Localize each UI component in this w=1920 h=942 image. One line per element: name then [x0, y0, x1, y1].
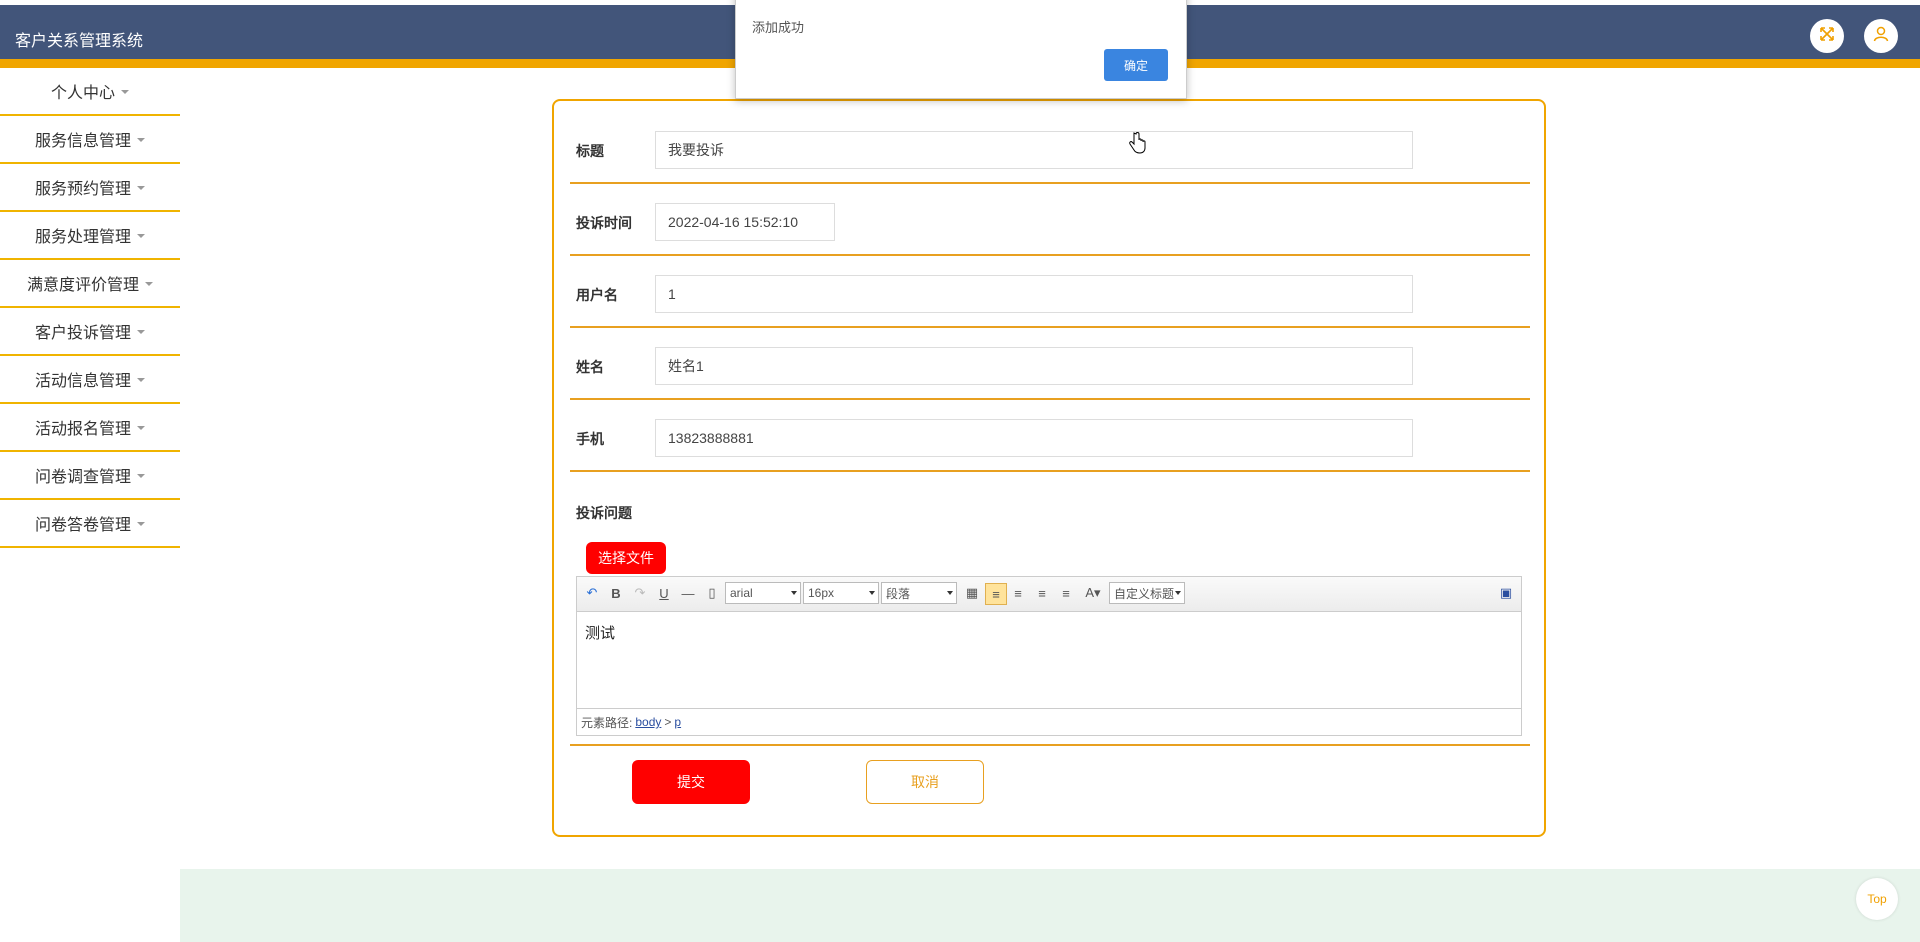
form-row-time: 投诉时间 2022-04-16 15:52:10: [570, 184, 1530, 256]
sidebar-item-label: 个人中心: [50, 85, 115, 102]
field-label: 姓名: [576, 359, 604, 375]
element-path-label: 元素路径:: [581, 715, 633, 730]
caret-down-icon: [137, 474, 145, 478]
dialog-ok-button[interactable]: 确定: [1104, 49, 1168, 81]
caret-down-icon: [121, 90, 129, 94]
paragraph-select[interactable]: 段落: [881, 582, 957, 604]
sidebar-item-label: 问卷调查管理: [34, 469, 131, 486]
custom-title-select[interactable]: 自定义标题: [1109, 582, 1185, 604]
sidebar: 个人中心 服务信息管理 服务预约管理 服务处理管理 满意度评价管理 客户投诉管理…: [0, 68, 180, 548]
redo-icon[interactable]: ↷: [631, 583, 649, 603]
horizontal-rule-icon[interactable]: —: [679, 583, 697, 603]
source-view-icon[interactable]: ▣: [1497, 583, 1515, 603]
sidebar-item-label: 满意度评价管理: [26, 277, 139, 294]
user-button[interactable]: [1864, 19, 1898, 53]
font-family-select[interactable]: arial: [725, 582, 801, 604]
field-label: 投诉时间: [576, 215, 632, 231]
sidebar-item-survey-answers[interactable]: 问卷答卷管理: [0, 500, 180, 548]
name-input[interactable]: 姓名1: [655, 347, 1413, 385]
footer-band: [180, 869, 1920, 942]
title-input[interactable]: 我要投诉: [655, 131, 1413, 169]
alert-dialog: 添加成功 确定: [735, 0, 1187, 99]
editor-toolbar: ↶ B ↷ U — ▯ arial 16px 段落 ▦ ≡ ≡ ≡ ≡ A▾ 自…: [577, 577, 1521, 612]
sidebar-item-survey[interactable]: 问卷调查管理: [0, 452, 180, 500]
field-label: 投诉问题: [576, 505, 632, 521]
field-label: 标题: [576, 143, 604, 159]
sidebar-item-label: 活动信息管理: [34, 373, 131, 390]
phone-input[interactable]: 13823888881: [655, 419, 1413, 457]
caret-down-icon: [137, 330, 145, 334]
form-row-username: 用户名 1: [570, 256, 1530, 328]
mouse-cursor-icon: [1128, 131, 1148, 160]
sidebar-item-label: 服务预约管理: [34, 181, 131, 198]
align-left-icon[interactable]: ≡: [985, 583, 1007, 605]
path-separator: >: [664, 715, 672, 729]
page-icon[interactable]: ▯: [703, 583, 721, 603]
choose-file-button[interactable]: 选择文件: [586, 542, 666, 574]
sidebar-item-satisfaction[interactable]: 满意度评价管理: [0, 260, 180, 308]
sidebar-item-service-info[interactable]: 服务信息管理: [0, 116, 180, 164]
caret-down-icon: [137, 378, 145, 382]
underline-icon[interactable]: U: [655, 583, 673, 603]
sidebar-item-service-booking[interactable]: 服务预约管理: [0, 164, 180, 212]
font-color-icon[interactable]: A▾: [1081, 583, 1105, 603]
rich-text-editor: ↶ B ↷ U — ▯ arial 16px 段落 ▦ ≡ ≡ ≡ ≡ A▾ 自…: [576, 576, 1522, 736]
undo-icon[interactable]: ↶: [583, 583, 601, 603]
fullscreen-button[interactable]: [1810, 19, 1844, 53]
dialog-message: 添加成功: [752, 20, 805, 35]
path-link-body[interactable]: body: [635, 715, 661, 729]
field-label: 手机: [576, 431, 604, 447]
user-icon: [1872, 25, 1890, 48]
form-row-title: 标题 我要投诉: [570, 101, 1530, 184]
align-right-icon[interactable]: ≡: [1009, 583, 1027, 603]
align-center-icon[interactable]: ≡: [1033, 583, 1051, 603]
form-row-phone: 手机 13823888881: [570, 400, 1530, 472]
sidebar-item-label: 服务处理管理: [34, 229, 131, 246]
caret-down-icon: [145, 282, 153, 286]
sidebar-item-service-handling[interactable]: 服务处理管理: [0, 212, 180, 260]
expand-icon: [1818, 25, 1836, 48]
sidebar-item-label: 服务信息管理: [34, 133, 131, 150]
bold-icon[interactable]: B: [607, 583, 625, 603]
caret-down-icon: [137, 186, 145, 190]
form-row-name: 姓名 姓名1: [570, 328, 1530, 400]
complaint-time-input[interactable]: 2022-04-16 15:52:10: [655, 203, 835, 241]
caret-down-icon: [137, 138, 145, 142]
sidebar-item-label: 问卷答卷管理: [34, 517, 131, 534]
caret-down-icon: [137, 426, 145, 430]
back-to-top-button[interactable]: Top: [1856, 878, 1898, 920]
editor-content[interactable]: 测试: [577, 612, 1521, 708]
cancel-button[interactable]: 取消: [866, 760, 984, 804]
sidebar-item-personal[interactable]: 个人中心: [0, 68, 180, 116]
complaint-form: 标题 我要投诉 投诉时间 2022-04-16 15:52:10 用户名 1 姓…: [552, 99, 1546, 837]
app-title: 客户关系管理系统: [15, 33, 144, 50]
caret-down-icon: [137, 522, 145, 526]
sidebar-item-label: 活动报名管理: [34, 421, 131, 438]
sidebar-item-activity-signup[interactable]: 活动报名管理: [0, 404, 180, 452]
table-icon[interactable]: ▦: [963, 583, 981, 603]
path-link-p[interactable]: p: [674, 715, 681, 729]
username-input[interactable]: 1: [655, 275, 1413, 313]
submit-button[interactable]: 提交: [632, 760, 750, 804]
field-label: 用户名: [576, 287, 618, 303]
font-size-select[interactable]: 16px: [803, 582, 879, 604]
justify-icon[interactable]: ≡: [1057, 583, 1075, 603]
element-path: 元素路径: body > p: [577, 708, 1521, 735]
sidebar-item-complaints[interactable]: 客户投诉管理: [0, 308, 180, 356]
sidebar-item-activity-info[interactable]: 活动信息管理: [0, 356, 180, 404]
sidebar-item-label: 客户投诉管理: [34, 325, 131, 342]
caret-down-icon: [137, 234, 145, 238]
